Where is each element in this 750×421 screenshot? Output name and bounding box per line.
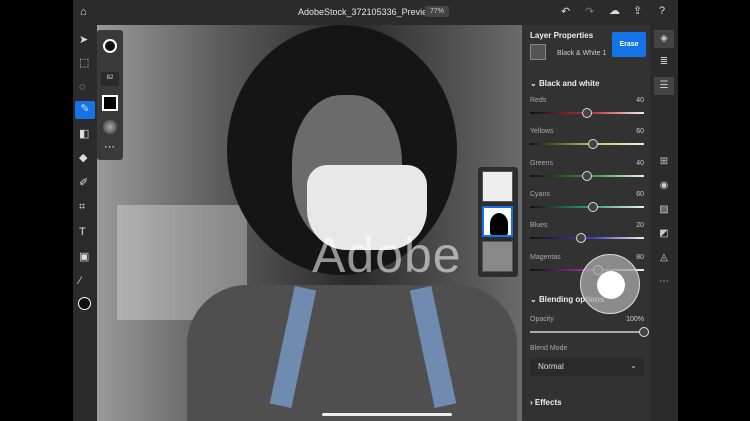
slider-label-greens: Greens — [530, 159, 553, 167]
opacity-value: 100% — [626, 316, 644, 323]
slider-value-blues: 20 — [636, 222, 644, 230]
select-tool-icon[interactable]: ⬚ — [79, 58, 89, 69]
right-icon-column: ◈ ≣ ☰ ⊞ ◉ ▨ ◩ ◬ ⋯ — [650, 25, 678, 421]
slider-value-cyans: 60 — [636, 190, 644, 198]
layer-thumbnails — [478, 167, 518, 277]
cloud-icon[interactable]: ☁ — [609, 6, 620, 17]
slider-label-cyans: Cyans — [530, 190, 550, 198]
effects-section-header[interactable]: › Effects — [530, 398, 562, 407]
slider-knob[interactable] — [582, 108, 592, 118]
image-tool-icon[interactable]: ▣ — [79, 252, 89, 263]
color-swatch-icon[interactable] — [78, 297, 91, 310]
left-toolbar: ➤ ⬚ ◌ ✎ ◧ ◆ ✐ ⌗ T ▣ ⁄ — [73, 25, 97, 421]
brush-color-icon[interactable] — [103, 39, 117, 53]
type-tool-icon[interactable]: T — [79, 227, 86, 238]
opacity-slider[interactable] — [530, 327, 649, 337]
bw-section-label: Black and white — [538, 79, 600, 88]
chevron-down-icon: ⌄ — [630, 361, 637, 370]
visibility-icon[interactable]: ◉ — [657, 180, 671, 194]
brush-options-flyout: 82 ⋯ — [97, 30, 123, 160]
erase-button[interactable]: Erase — [612, 32, 646, 57]
slider-cyans[interactable] — [530, 201, 644, 212]
layer-thumb-map[interactable] — [482, 171, 513, 202]
slider-knob[interactable] — [576, 233, 587, 244]
share-icon[interactable]: ⇪ — [633, 6, 642, 17]
bw-section-header[interactable]: ⌄ Black and white — [530, 79, 599, 88]
fill-layer-icon[interactable]: ◬ — [657, 252, 671, 266]
slider-reds[interactable] — [530, 108, 644, 118]
photoshop-app: ⌂ AdobeStock_372105336_Preview * 77% ↶ ↷… — [73, 0, 678, 421]
slider-label-yellows: Yellows — [530, 128, 554, 136]
crop-tool-icon[interactable]: ⌗ — [79, 202, 85, 213]
redo-icon[interactable]: ↷ — [585, 7, 594, 18]
home-icon[interactable]: ⌂ — [80, 7, 87, 18]
slider-label-magentas: Magentas — [530, 253, 561, 261]
add-layer-icon[interactable]: ⊞ — [657, 156, 671, 170]
layer-thumb-photo[interactable] — [482, 241, 513, 272]
watermark-text: Adobe — [312, 227, 462, 283]
move-tool-icon[interactable]: ➤ — [79, 35, 88, 46]
effects-section-label: Effects — [534, 398, 562, 407]
layer-name: Black & White 1 — [557, 50, 607, 57]
document-title: AdobeStock_372105336_Preview * — [298, 7, 440, 17]
brush-tool-icon[interactable]: ✎ — [75, 101, 95, 119]
slider-value-magentas: 80 — [636, 253, 644, 261]
photo-shirt — [187, 285, 517, 421]
fill-tool-icon[interactable]: ◆ — [79, 153, 87, 164]
opacity-slider-knob[interactable] — [639, 327, 649, 337]
touch-indicator — [580, 254, 640, 314]
brush-hardness-icon[interactable] — [102, 95, 118, 111]
adjustment-layer-icon — [530, 44, 546, 60]
slider-value-reds: 40 — [636, 97, 644, 104]
clip-mask-icon[interactable]: ◩ — [657, 228, 671, 242]
brush-size[interactable]: 82 — [101, 72, 119, 86]
slider-label-blues: Blues — [530, 222, 548, 230]
slider-knob[interactable] — [587, 139, 598, 150]
help-icon[interactable]: ? — [659, 6, 665, 17]
blend-mode-label: Blend Mode — [530, 345, 568, 352]
slider-blues[interactable] — [530, 233, 644, 244]
top-bar: ⌂ AdobeStock_372105336_Preview * 77% ↶ ↷… — [73, 0, 678, 25]
brush-softness-icon[interactable] — [103, 120, 117, 134]
canvas[interactable]: Adobe — [97, 25, 522, 421]
layers-icon[interactable]: ◈ — [654, 30, 674, 48]
panel-title: Layer Properties — [530, 31, 594, 40]
slider-yellows[interactable] — [530, 139, 644, 150]
blend-mode-value: Normal — [538, 362, 564, 371]
slider-label-reds: Reds — [530, 97, 547, 104]
slider-greens[interactable] — [530, 170, 644, 181]
opacity-label: Opacity — [530, 316, 554, 323]
mask-icon[interactable]: ▨ — [657, 204, 671, 218]
layer-stack-icon[interactable]: ≣ — [657, 56, 671, 70]
slider-value-yellows: 60 — [636, 128, 644, 136]
slider-value-greens: 40 — [636, 159, 644, 167]
slider-knob[interactable] — [582, 170, 592, 181]
eyedropper-tool-icon[interactable]: ⁄ — [79, 276, 81, 287]
adjustments-icon[interactable]: ☰ — [654, 77, 674, 95]
more-options-icon[interactable]: ⋯ — [657, 276, 671, 290]
layer-properties-panel: Layer Properties Black & White 1 Erase ⌄… — [522, 25, 650, 421]
undo-icon[interactable]: ↶ — [561, 7, 570, 18]
layer-thumb-mask[interactable] — [482, 206, 513, 237]
more-icon[interactable]: ⋯ — [104, 142, 115, 153]
eraser-tool-icon[interactable]: ◧ — [79, 129, 89, 140]
healing-tool-icon[interactable]: ✐ — [79, 178, 88, 189]
zoom-level[interactable]: 77% — [425, 6, 450, 17]
home-indicator — [322, 413, 452, 416]
blend-mode-select[interactable]: Normal ⌄ — [530, 358, 644, 376]
lasso-tool-icon[interactable]: ◌ — [79, 82, 86, 93]
slider-knob[interactable] — [587, 201, 598, 212]
